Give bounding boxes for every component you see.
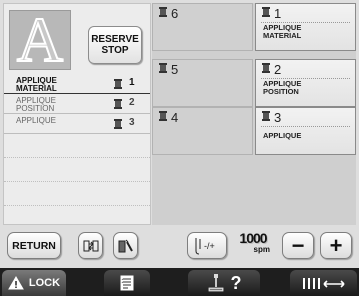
needle-cell-2[interactable]: 2 APPLIQUE POSITION	[255, 59, 356, 107]
reserve-stop-button[interactable]: RESERVE STOP	[88, 26, 142, 64]
empty-row	[4, 158, 150, 182]
help-tab[interactable]: ?	[188, 270, 260, 296]
edit-button[interactable]	[113, 232, 138, 259]
needle-cell-6[interactable]: 6	[152, 3, 253, 51]
needle-cell-3[interactable]: 3 APPLIQUE	[255, 107, 356, 155]
embroidery-machine-screen: A RESERVE STOP APPLIQUE MATERIAL 1 APPLI…	[0, 0, 359, 296]
edit-icon	[118, 239, 133, 252]
spool-icon	[262, 111, 270, 121]
speed-display: 1000 spm	[233, 230, 273, 260]
thread-tab[interactable]	[290, 270, 357, 296]
speed-minus-button[interactable]: −	[282, 232, 314, 259]
needle-number: 2	[129, 97, 135, 108]
needle-number: 1	[274, 6, 282, 21]
color-row[interactable]: APPLIQUE MATERIAL 1	[4, 74, 150, 94]
spool-icon	[114, 99, 122, 109]
reserve-stop-label-2: STOP	[101, 45, 129, 56]
pattern-info-panel: A RESERVE STOP APPLIQUE MATERIAL 1 APPLI…	[3, 3, 151, 225]
spool-icon	[262, 7, 270, 17]
empty-row	[4, 182, 150, 206]
preview-letter: A	[16, 10, 64, 70]
spool-icon	[159, 63, 167, 73]
needle-cell-1[interactable]: 1 APPLIQUE MATERIAL	[255, 3, 356, 51]
color-sequence-list: APPLIQUE MATERIAL 1 APPLIQUE POSITION 2	[4, 74, 150, 206]
needle-cell-5[interactable]: 5	[152, 59, 253, 107]
lock-tab[interactable]: LOCK	[2, 270, 66, 296]
spool-icon	[262, 63, 270, 73]
thread-tension-icon: -/+	[195, 237, 215, 254]
speed-value: 1000	[239, 230, 267, 246]
color-name: APPLIQUE MATERIAL	[16, 76, 57, 93]
needle-color-label: APPLIQUE POSITION	[263, 79, 302, 96]
speed-unit: spm	[253, 245, 270, 254]
color-row[interactable]: APPLIQUE POSITION 2	[4, 94, 150, 114]
needle-color-label: APPLIQUE	[263, 131, 302, 140]
spool-icon	[159, 7, 167, 17]
minus-icon: −	[291, 232, 305, 258]
sewing-machine-icon	[208, 274, 223, 292]
needle-number: 5	[171, 62, 179, 77]
bottom-tab-bar: LOCK ?	[0, 268, 359, 296]
empty-row	[4, 134, 150, 158]
needle-number: 1	[129, 77, 135, 88]
divider	[261, 126, 350, 127]
color-name: APPLIQUE	[16, 116, 57, 125]
pattern-preview: A	[9, 10, 71, 70]
color-row[interactable]: APPLIQUE 3	[4, 114, 150, 134]
needle-number: 2	[274, 62, 282, 77]
reserve-stop-label-1: RESERVE	[91, 34, 139, 45]
speed-plus-button[interactable]: +	[320, 232, 352, 259]
color-name: APPLIQUE POSITION	[16, 96, 57, 113]
needle-number: 6	[171, 6, 179, 21]
svg-text:-/+: -/+	[204, 241, 215, 251]
thread-tension-button[interactable]: -/+	[187, 232, 227, 259]
spool-icon	[114, 119, 122, 129]
move-icon	[83, 240, 98, 251]
sheet-tab[interactable]	[104, 270, 150, 296]
return-button[interactable]: RETURN	[7, 232, 61, 259]
needle-color-label: APPLIQUE MATERIAL	[263, 23, 302, 40]
spool-icon	[159, 111, 167, 121]
lock-label: LOCK	[28, 277, 61, 289]
plus-icon: +	[329, 232, 343, 258]
needle-number: 4	[171, 110, 179, 125]
warning-icon	[8, 276, 24, 290]
needle-grid: 6 1 APPLIQUE MATERIAL 5 2 APPLIQUE POSIT…	[152, 3, 356, 225]
sheet-icon	[120, 275, 134, 291]
needle-cell-4[interactable]: 4	[152, 107, 253, 155]
needle-number: 3	[274, 110, 282, 125]
needle-number: 3	[129, 117, 135, 128]
thread-arrow-icon	[302, 278, 345, 289]
help-label: ?	[230, 272, 242, 293]
spool-icon	[114, 79, 122, 89]
move-button[interactable]	[78, 232, 103, 259]
